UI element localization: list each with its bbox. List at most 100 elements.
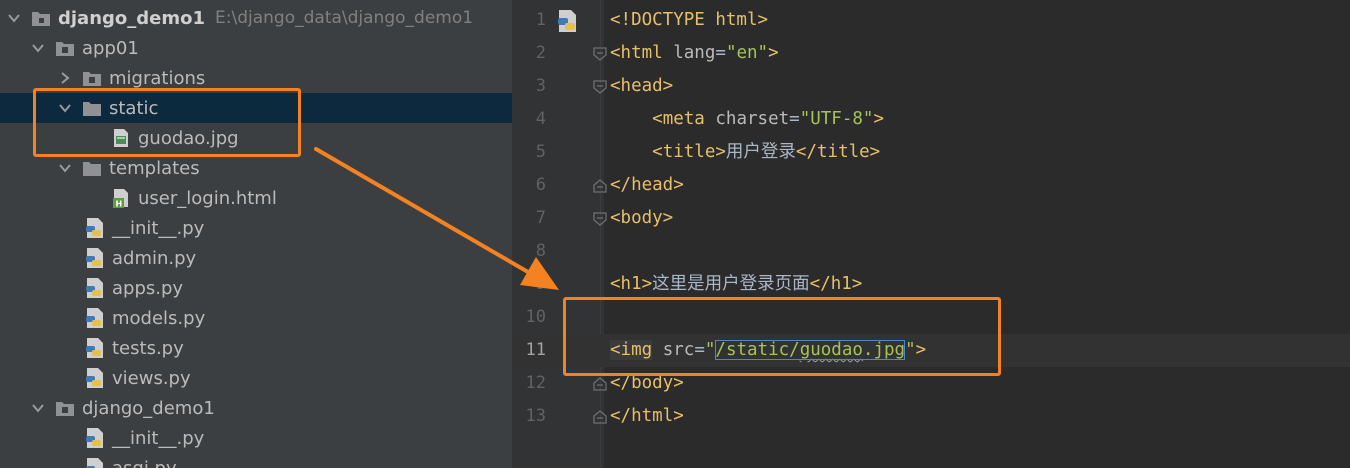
tree-item-label: app01 — [82, 37, 139, 59]
line-number: 7 — [535, 208, 546, 228]
fold-close-icon[interactable] — [593, 377, 607, 391]
tree-item-label: tests.py — [112, 337, 184, 359]
code-line-5[interactable]: <title>用户登录</title> — [610, 136, 880, 169]
python-file-icon — [84, 337, 106, 359]
line-number: 8 — [535, 241, 546, 261]
gutter-divider — [600, 0, 601, 468]
code-token: </title> — [795, 142, 881, 162]
fold-close-icon[interactable] — [593, 410, 607, 424]
code-line-9[interactable]: <h1>这里是用户登录页面</h1> — [610, 268, 862, 301]
tree-item-label: guodao.jpg — [138, 127, 239, 149]
package-folder-icon — [54, 37, 76, 59]
fold-open-icon[interactable] — [593, 80, 607, 94]
tree-item-init-py-2[interactable]: __init__.py — [0, 423, 512, 453]
chevron-down-icon[interactable] — [30, 40, 46, 56]
line-number: 13 — [525, 406, 546, 426]
code-line-13[interactable]: </html> — [610, 400, 684, 433]
tree-item-label: admin.py — [112, 247, 197, 269]
code-line-4[interactable]: <meta charset="UTF-8"> — [610, 103, 884, 136]
tree-item-label: asgi.py — [112, 457, 177, 468]
code-line-11[interactable]: <img src="/static/guodao.jpg"> — [610, 334, 926, 367]
tree-item-apps-py[interactable]: apps.py — [0, 273, 512, 303]
tree-item-guodao-jpg[interactable]: guodao.jpg — [0, 123, 512, 153]
folder-icon — [81, 97, 103, 119]
code-line-6[interactable]: </head> — [610, 169, 684, 202]
tree-item-label: migrations — [109, 67, 206, 89]
chevron-down-icon[interactable] — [30, 400, 46, 416]
code-token: <h1> — [610, 274, 653, 294]
python-file-icon — [84, 367, 106, 389]
image-file-icon — [110, 127, 132, 149]
code-token: </body> — [610, 373, 684, 393]
tree-item-label: templates — [109, 157, 200, 179]
code-token: <head> — [610, 76, 674, 96]
tree-item-label: user_login.html — [138, 187, 277, 209]
tree-item-label: __init__.py — [112, 217, 205, 239]
code-token: <img — [610, 340, 653, 360]
tree-item-views-py[interactable]: views.py — [0, 363, 512, 393]
code-token: </h1> — [809, 274, 863, 294]
chevron-down-icon[interactable] — [57, 100, 73, 116]
chevron-down-icon[interactable] — [6, 10, 22, 26]
tree-item-models-py[interactable]: models.py — [0, 303, 512, 333]
code-token: <html — [610, 43, 663, 63]
tree-item-templates[interactable]: templates — [0, 153, 512, 183]
code-line-12[interactable]: </body> — [610, 367, 684, 400]
tree-item-static[interactable]: static — [0, 93, 512, 123]
tree-item-admin-py[interactable]: admin.py — [0, 243, 512, 273]
code-token: src — [662, 340, 695, 360]
code-line-2[interactable]: <html lang="en"> — [610, 37, 779, 70]
code-token: <body> — [610, 208, 674, 228]
line-number: 3 — [535, 76, 546, 96]
code-token: .jpg — [862, 340, 906, 360]
html-file-icon: H — [110, 187, 132, 209]
code-line-7[interactable]: <body> — [610, 202, 673, 235]
line-number: 4 — [535, 109, 546, 129]
code-token: </html> — [610, 406, 684, 426]
tree-root-project[interactable]: django_demo1 E:\django_data\django_demo1 — [0, 3, 512, 33]
code-token: <title> — [652, 142, 726, 162]
tree-item-app01[interactable]: app01 — [0, 33, 512, 63]
python-gutter-icon[interactable] — [556, 9, 580, 33]
tree-item-label: views.py — [112, 367, 191, 389]
code-editor[interactable] — [604, 0, 1350, 468]
code-line-1[interactable]: <!DOCTYPE html> — [610, 4, 768, 37]
code-token: <!DOCTYPE html> — [610, 10, 769, 30]
tree-item-django-demo1[interactable]: django_demo1 — [0, 393, 512, 423]
fold-open-icon[interactable] — [593, 212, 607, 226]
line-number: 12 — [525, 373, 546, 393]
chevron-down-icon[interactable] — [57, 160, 73, 176]
line-number: 6 — [535, 175, 546, 195]
python-file-icon — [84, 307, 106, 329]
tree-item-user-login-html[interactable]: H user_login.html — [0, 183, 512, 213]
code-token: charset — [715, 109, 790, 129]
folder-icon — [81, 157, 103, 179]
src-path-highlight[interactable]: /static/guodao.jpg — [715, 340, 906, 360]
python-file-icon — [84, 277, 106, 299]
folder-icon — [30, 7, 52, 29]
python-file-icon — [84, 457, 106, 468]
tree-item-tests-py[interactable]: tests.py — [0, 333, 512, 363]
fold-close-icon[interactable] — [593, 179, 607, 193]
line-number: 9 — [535, 274, 546, 294]
tree-item-label: django_demo1 — [82, 397, 215, 419]
code-token: lang — [673, 43, 716, 63]
tree-item-label: __init__.py — [112, 427, 205, 449]
code-token: 用户登录 — [725, 142, 796, 162]
code-token: "en" — [725, 43, 769, 63]
package-folder-icon — [54, 397, 76, 419]
tree-item-asgi-py[interactable]: asgi.py — [0, 453, 512, 468]
tree-item-migrations[interactable]: migrations — [0, 63, 512, 93]
project-tree: django_demo1 E:\django_data\django_demo1… — [0, 0, 512, 468]
code-token: guodao — [799, 340, 863, 360]
code-token: /static/ — [715, 340, 800, 360]
tree-item-label: models.py — [112, 307, 206, 329]
fold-open-icon[interactable] — [593, 47, 607, 61]
chevron-right-icon[interactable] — [57, 70, 73, 86]
tree-item-init-py[interactable]: __init__.py — [0, 213, 512, 243]
project-path: E:\django_data\django_demo1 — [215, 8, 474, 28]
tree-item-label: apps.py — [112, 277, 184, 299]
line-number: 2 — [535, 43, 546, 63]
code-token: "UTF-8" — [799, 109, 874, 129]
code-line-3[interactable]: <head> — [610, 70, 673, 103]
